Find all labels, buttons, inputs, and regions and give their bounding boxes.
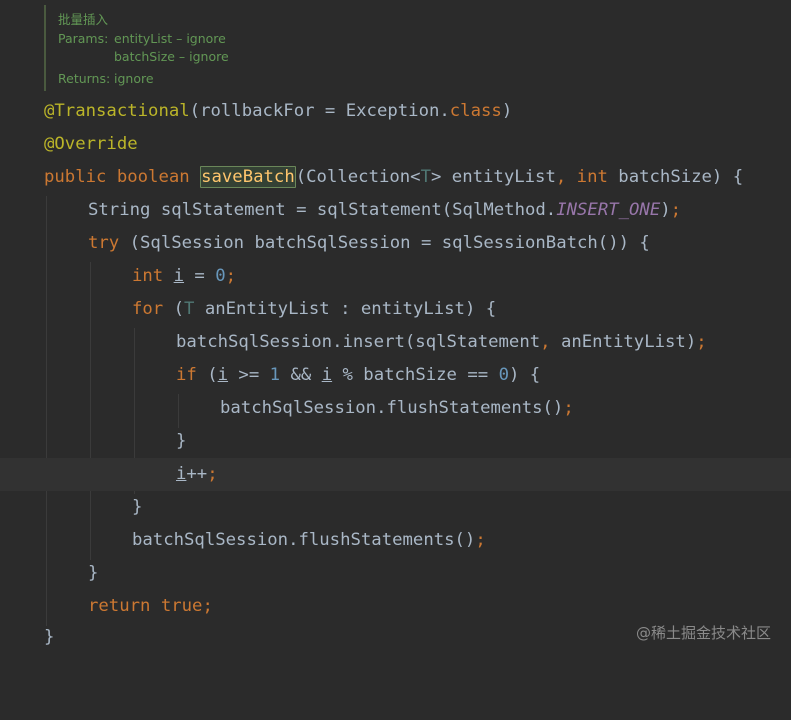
method-name-highlight[interactable]: saveBatch [200,166,296,188]
code-line[interactable]: public boolean saveBatch(Collection<T> e… [0,161,791,194]
code-line[interactable]: batchSqlSession.flushStatements(); [0,524,791,557]
code-text: anEntityList) [550,332,697,352]
code-text: batchSqlSession.flushStatements() [220,398,564,418]
variable: i [176,464,187,484]
code-text: String sqlStatement = sqlStatement(SqlMe… [88,200,557,220]
doc-returns-value: ignore [114,71,154,86]
punctuation: ; [670,200,682,220]
code-line[interactable]: } [0,491,791,524]
code-line[interactable]: if (i >= 1 && i % batchSize == 0) { [0,359,791,392]
code-text: } [44,627,55,647]
code-line[interactable]: String sqlStatement = sqlStatement(SqlMe… [0,194,791,227]
code-text: } [88,563,99,583]
number-literal: 1 [269,365,281,385]
code-line[interactable]: } [0,425,791,458]
code-line-current[interactable]: i++; [0,458,791,491]
code-text: ) { [508,365,541,385]
type-parameter: T [184,299,195,319]
annotation-override: @Override [44,134,138,154]
doc-param-batchsize: batchSize – ignore [114,49,229,64]
code-text: && [280,365,322,385]
code-text: batchSize) { [607,167,744,187]
code-text: (Collection< [295,167,421,187]
code-line[interactable]: batchSqlSession.insert(sqlStatement, anE… [0,326,791,359]
variable: i [217,365,229,385]
code-line[interactable]: int i = 0; [0,260,791,293]
code-line[interactable]: try (SqlSession batchSqlSession = sqlSes… [0,227,791,260]
javadoc-block: 批量插入 Params: entityList – ignore batchSi… [44,5,346,91]
code-text: } [132,497,143,517]
code-text: >= [228,365,270,385]
code-line[interactable]: @Override [0,128,791,161]
keyword: public [44,167,107,187]
keyword: class [449,101,502,121]
punctuation: ; [696,332,707,352]
keyword: int [576,167,608,187]
doc-param-entitylist: entityList – ignore [114,31,226,46]
punctuation: ; [475,530,486,550]
code-line[interactable]: } [0,557,791,590]
code-line[interactable]: return true; [0,590,791,623]
code-line[interactable]: @Transactional(rollbackFor = Exception.c… [0,95,791,128]
annotation-transactional: @Transactional [44,101,190,121]
code-text: ( [163,299,185,319]
punctuation: , [540,332,551,352]
code-text: (SqlSession batchSqlSession = sqlSession… [119,233,650,253]
code-text: ( [196,365,218,385]
keyword: return [88,596,151,616]
code-text: batchSqlSession.insert(sqlStatement [176,332,541,352]
code-text: } [176,431,187,451]
doc-params-label: Params: [58,31,109,46]
punctuation: ; [207,464,218,484]
keyword: if [176,365,197,385]
keyword: int [132,266,164,286]
number-literal: 0 [498,365,509,385]
keyword: true [160,596,203,616]
code-text: % batchSize == [332,365,499,385]
code-text: ) [660,200,671,220]
variable: i [173,266,185,286]
code-text: ) [501,101,513,121]
number-literal: 0 [215,266,226,286]
code-text: batchSqlSession.flushStatements() [132,530,476,550]
punctuation: ; [225,266,237,286]
code-text: (rollbackFor = Exception. [189,101,450,121]
watermark: @稀土掘金技术社区 [635,624,771,642]
doc-returns-label: Returns: [58,71,111,86]
punctuation: ; [563,398,574,418]
code-line[interactable]: for (T anEntityList : entityList) { [0,293,791,326]
code-text: = [184,266,216,286]
doc-title: 批量插入 [58,12,109,27]
code-line[interactable]: batchSqlSession.flushStatements(); [0,392,791,425]
punctuation: , [555,167,567,187]
type-parameter: T [420,167,431,187]
keyword: boolean [116,167,190,187]
code-text: ++ [186,464,208,484]
keyword: try [88,233,120,253]
code-text: anEntityList : entityList) { [194,299,497,319]
keyword: for [132,299,164,319]
code-editor[interactable]: 批量插入 Params: entityList – ignore batchSi… [0,0,791,663]
punctuation: ; [202,596,213,616]
variable: i [321,365,333,385]
code-text: > entityList [431,167,556,187]
enum-constant: INSERT_ONE [556,200,661,220]
